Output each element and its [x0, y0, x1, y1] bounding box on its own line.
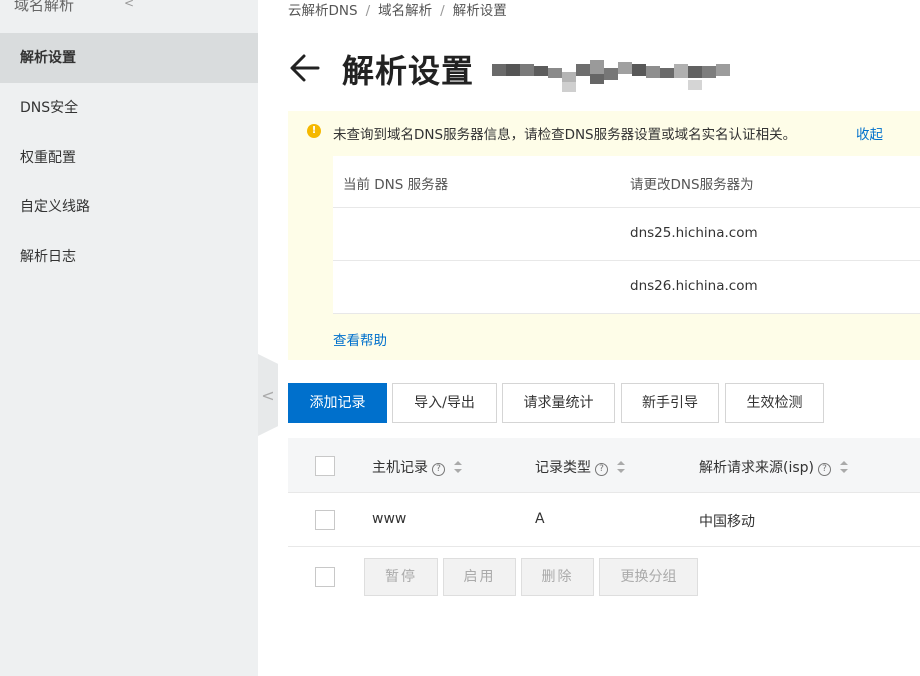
- effect-check-button[interactable]: 生效检测: [725, 383, 824, 423]
- change-group-button[interactable]: 更换分组: [599, 558, 698, 596]
- warning-icon: !: [307, 124, 321, 138]
- breadcrumb: 云解析DNS / 域名解析 / 解析设置: [288, 0, 507, 19]
- enable-button[interactable]: 启用: [443, 558, 516, 596]
- dns-target-value: dns26.hichina.com: [630, 278, 758, 294]
- dns-table-row: dns26.hichina.com: [333, 261, 920, 314]
- pause-button[interactable]: 暂停: [364, 558, 438, 596]
- sidebar-header: 域名解析: [14, 0, 75, 14]
- redacted-domain-mosaic: [492, 56, 734, 98]
- dns-warning-alert: ! 未查询到域名DNS服务器信息，请检查DNS服务器设置或域名实名认证相关。 收…: [288, 111, 920, 360]
- dns-target-value: dns25.hichina.com: [630, 225, 758, 241]
- sort-icon[interactable]: [453, 460, 463, 474]
- dns-header-current: 当前 DNS 服务器: [343, 177, 449, 193]
- bulk-select-checkbox[interactable]: [315, 567, 335, 587]
- page-title: 解析设置: [342, 52, 475, 90]
- sidebar-collapse-icon[interactable]: <: [124, 0, 134, 10]
- sidebar-item-dns-security[interactable]: DNS安全: [0, 83, 258, 133]
- sidebar: 域名解析 < 解析设置 DNS安全 权重配置 自定义线路 解析日志: [0, 0, 258, 676]
- add-record-button[interactable]: 添加记录: [288, 383, 387, 423]
- back-arrow-icon[interactable]: [288, 50, 322, 86]
- alert-message: 未查询到域名DNS服务器信息，请检查DNS服务器设置或域名实名认证相关。: [333, 127, 797, 143]
- table-row: www A 中国移动: [288, 493, 920, 547]
- column-type[interactable]: 记录类型?: [535, 457, 626, 477]
- view-help-link[interactable]: 查看帮助: [333, 329, 387, 349]
- help-icon[interactable]: ?: [595, 463, 608, 476]
- sidebar-item-dns-settings[interactable]: 解析设置: [0, 33, 258, 83]
- select-all-checkbox[interactable]: [315, 456, 335, 476]
- breadcrumb-item: 解析设置: [452, 3, 507, 19]
- dns-table-header: 当前 DNS 服务器 请更改DNS服务器为: [333, 156, 920, 208]
- breadcrumb-item[interactable]: 域名解析: [378, 3, 432, 19]
- dns-header-target: 请更改DNS服务器为: [630, 177, 754, 193]
- column-isp-label: 解析请求来源(isp): [699, 460, 814, 476]
- sidebar-toggle-icon[interactable]: <: [258, 354, 278, 436]
- sidebar-item-dns-logs[interactable]: 解析日志: [0, 232, 258, 282]
- cell-type: A: [535, 511, 545, 527]
- request-stats-button[interactable]: 请求量统计: [502, 383, 615, 423]
- cell-isp: 中国移动: [699, 514, 755, 530]
- sort-icon[interactable]: [839, 460, 849, 474]
- delete-button[interactable]: 删除: [521, 558, 594, 596]
- chevron-left-icon: <: [261, 385, 275, 405]
- sidebar-item-weight-config[interactable]: 权重配置: [0, 133, 258, 183]
- column-host-label: 主机记录: [372, 460, 428, 476]
- dns-server-table: 当前 DNS 服务器 请更改DNS服务器为 dns25.hichina.com …: [333, 156, 920, 314]
- breadcrumb-separator: /: [365, 3, 371, 19]
- alert-collapse-link[interactable]: 收起: [856, 123, 883, 143]
- breadcrumb-separator: /: [440, 3, 445, 19]
- help-icon[interactable]: ?: [432, 463, 445, 476]
- column-host[interactable]: 主机记录?: [372, 457, 463, 477]
- beginner-guide-button[interactable]: 新手引导: [621, 383, 719, 423]
- sidebar-item-custom-lines[interactable]: 自定义线路: [0, 182, 258, 232]
- import-export-button[interactable]: 导入/导出: [392, 383, 497, 423]
- breadcrumb-item[interactable]: 云解析DNS: [288, 3, 358, 19]
- row-checkbox[interactable]: [315, 510, 335, 530]
- column-isp[interactable]: 解析请求来源(isp)?: [699, 457, 849, 477]
- dns-table-row: dns25.hichina.com: [333, 208, 920, 261]
- column-type-label: 记录类型: [535, 460, 591, 476]
- records-table-header: 主机记录? 记录类型? 解析请求来源(isp)?: [288, 438, 920, 493]
- sort-icon[interactable]: [616, 460, 626, 474]
- help-icon[interactable]: ?: [818, 463, 831, 476]
- cell-host: www: [372, 511, 407, 527]
